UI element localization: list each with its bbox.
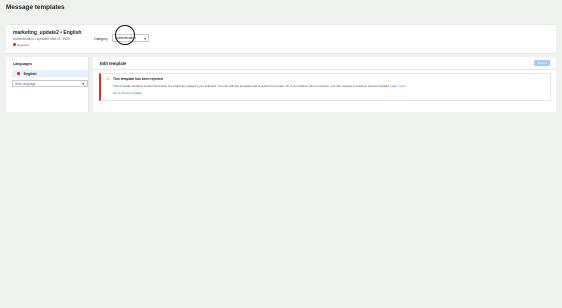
category-label: Category: [94, 37, 108, 41]
add-language-placeholder: Add Language: [15, 81, 36, 86]
template-meta: Authentication • Updated Mar 21, 2023: [13, 37, 70, 41]
error-dot-icon: [17, 72, 20, 75]
language-item-english[interactable]: English: [12, 70, 88, 77]
account-quality-link[interactable]: Go to Account Quality: [113, 91, 142, 95]
chevron-down-icon: ▾: [82, 82, 84, 86]
chevron-down-icon: ▾: [144, 37, 146, 41]
learn-more-link[interactable]: Learn more: [390, 84, 405, 88]
status-badge: Rejected: [13, 42, 29, 47]
languages-panel: Languages English Add Language ▾: [6, 57, 89, 112]
alert-body-text: This template contains content that does…: [113, 84, 390, 88]
template-name: marketing_update2 • English: [13, 30, 82, 36]
submit-button[interactable]: Submit: [534, 60, 550, 66]
alert-body: This template contains content that does…: [113, 84, 406, 88]
edit-template-panel: Edit template Submit ⚠ This template has…: [93, 57, 556, 112]
category-select[interactable]: Authentication ▾: [112, 34, 149, 42]
divider: [93, 69, 556, 70]
template-header: marketing_update2 • English Authenticati…: [6, 24, 556, 54]
edit-template-title: Edit template: [100, 61, 127, 66]
languages-title: Languages: [13, 62, 32, 66]
alert-title: This template has been rejected: [113, 77, 164, 81]
warning-icon: ⚠: [106, 76, 110, 81]
page-title: Message templates: [6, 4, 65, 11]
status-text: Rejected: [17, 42, 29, 47]
error-icon: [13, 43, 16, 46]
add-language-select[interactable]: Add Language ▾: [12, 80, 88, 87]
rejection-alert: ⚠ This template has been rejected This t…: [99, 73, 551, 101]
category-value: Authentication: [115, 36, 136, 40]
language-label: English: [23, 71, 37, 76]
